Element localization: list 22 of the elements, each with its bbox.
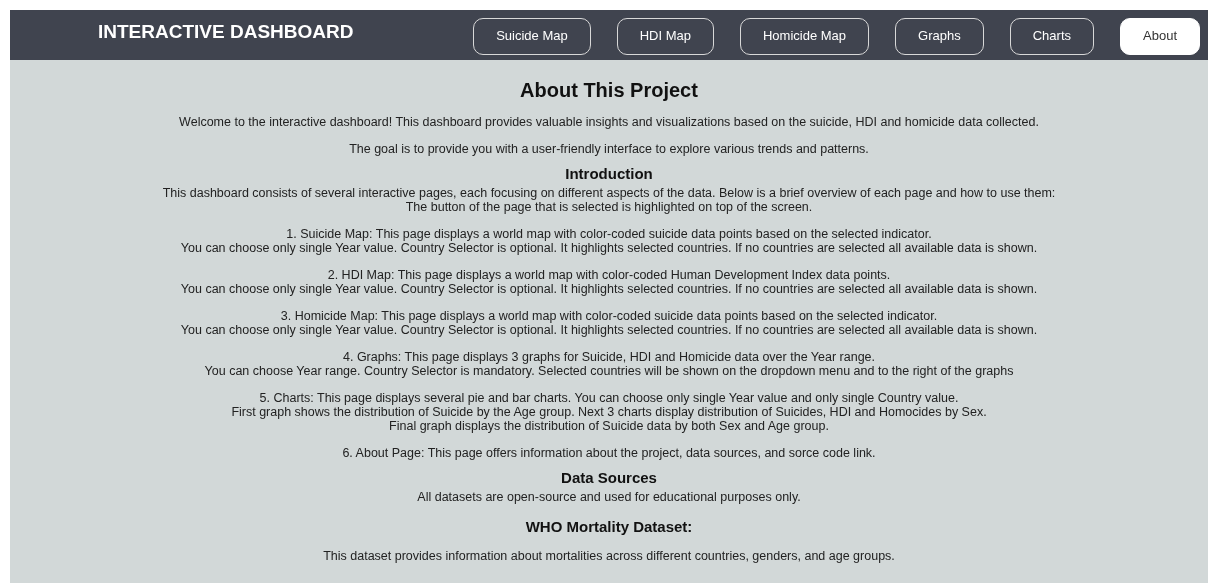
nav-button[interactable]: Suicide Map bbox=[473, 17, 591, 55]
nav-button[interactable]: Homicide Map bbox=[740, 17, 870, 55]
page-title: About This Project bbox=[520, 78, 698, 102]
section-heading: Data Sources bbox=[561, 469, 657, 487]
paragraph: 5. Charts: This page displays several pie and bar charts. You can choose only single Year value and only single Country value. First graph shows the distribution of Suicide by the Age group. Next 3 charts display distribution of Suicides, HDI and Homocides by Sex. Final graph displays the distribution of Suicide data by both Sex and Age group. bbox=[231, 391, 987, 433]
nav-button[interactable]: Charts bbox=[1009, 17, 1094, 55]
paragraph: All datasets are open-source and used for educational purposes only. bbox=[417, 490, 801, 504]
dashboard-title: INTERACTIVE DASHBOARD bbox=[98, 19, 354, 44]
paragraph: This dataset provides information about mortalities across different countries, genders, and age groups. bbox=[323, 549, 895, 563]
nav-button[interactable]: HDI Map bbox=[616, 17, 714, 55]
paragraph: 2. HDI Map: This page displays a world map with color-coded Human Development Index data points. You can choose only single Year value. Country Selector is optional. It highlights selected countries. If no countries are selected all available data is shown. bbox=[180, 268, 1038, 296]
nav-button[interactable]: About bbox=[1120, 17, 1200, 55]
paragraph: 4. Graphs: This page displays 3 graphs for Suicide, HDI and Homicide data over the Year range. You can choose Year range. Country Selector is mandatory. Selected countries will be shown on the dropdown menu and to the right of the graphs bbox=[204, 350, 1014, 378]
section-heading: WHO Mortality Dataset: bbox=[525, 518, 693, 536]
paragraph: Welcome to the interactive dashboard! This dashboard provides valuable insights and visualizations based on the suicide, HDI and homicide data collected. bbox=[179, 115, 1039, 129]
nav-button[interactable]: Graphs bbox=[895, 17, 984, 55]
section-heading: Introduction bbox=[565, 165, 653, 183]
paragraph: 3. Homicide Map: This page displays a world map with color-coded suicide data points based on the selected indicator. You can choose only single Year value. Country Selector is optional. It highlights selected countries. If no countries are selected all available data is shown. bbox=[180, 309, 1038, 337]
paragraph: The goal is to provide you with a user-friendly interface to explore various trends and patterns. bbox=[349, 142, 869, 156]
paragraph: 6. About Page: This page offers information about the project, data sources, and sorce code link. bbox=[342, 446, 876, 460]
paragraph: 1. Suicide Map: This page displays a world map with color-coded suicide data points based on the selected indicator. You can choose only single Year value. Country Selector is optional. It highlights selected countries. If no countries are selected all available data is shown. bbox=[180, 227, 1038, 255]
paragraph: This dashboard consists of several interactive pages, each focusing on different aspects of the data. Below is a brief overview of each page and how to use them: The button of the page that is selected is highlighted on top of the screen. bbox=[162, 186, 1056, 214]
